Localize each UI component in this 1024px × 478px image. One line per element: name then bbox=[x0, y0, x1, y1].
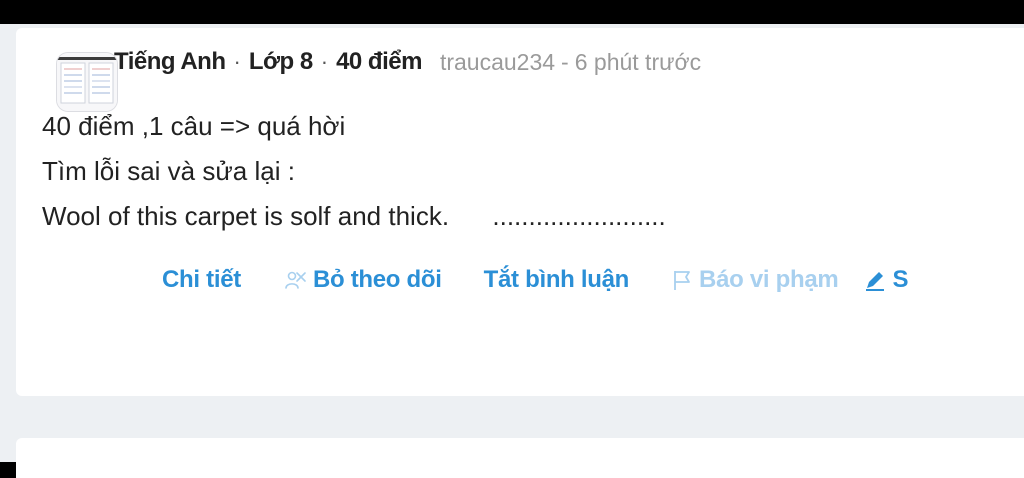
edit-button[interactable]: S bbox=[864, 266, 908, 294]
author-time-separator: - bbox=[561, 48, 569, 75]
edit-button-label: S bbox=[892, 266, 909, 293]
question-line: 40 điểm ,1 câu => quá hời bbox=[42, 111, 346, 141]
grade-label[interactable]: Lớp 8 bbox=[249, 48, 313, 76]
unfollow-icon bbox=[283, 269, 307, 291]
unfollow-button[interactable]: Bỏ theo dõi bbox=[283, 266, 442, 294]
meta-separator: · bbox=[320, 49, 329, 74]
points-label: 40 điểm bbox=[336, 48, 422, 75]
author-name[interactable]: traucau234 bbox=[440, 49, 555, 76]
post-time: 6 phút trước bbox=[574, 48, 702, 75]
report-button-label: Báo vi phạm bbox=[699, 266, 839, 293]
meta-separator: · bbox=[233, 49, 241, 74]
flag-icon bbox=[671, 268, 693, 292]
subject-thumbnail-icon bbox=[57, 53, 117, 111]
pencil-icon bbox=[864, 269, 886, 291]
subject-label[interactable]: Tiếng Anh bbox=[114, 48, 226, 76]
question-content: 40 điểm ,1 câu => quá hời Tìm lỗi sai và… bbox=[42, 104, 942, 239]
subject-avatar[interactable] bbox=[56, 52, 118, 112]
next-question-card bbox=[16, 438, 1024, 478]
question-line: Wool of this carpet is solf and thick. .… bbox=[42, 201, 666, 231]
report-button[interactable]: Báo vi phạm bbox=[671, 266, 839, 294]
unfollow-button-label: Bỏ theo dõi bbox=[312, 266, 442, 293]
question-meta: Tiếng Anh · Lớp 8 · 40 điểm traucau234 -… bbox=[114, 46, 701, 78]
detail-button-label: Chi tiết bbox=[162, 266, 241, 293]
detail-button[interactable]: Chi tiết bbox=[162, 266, 241, 294]
question-actions: Chi tiết Bỏ theo dõi Tắt bình luận Báo v… bbox=[162, 262, 908, 298]
disable-comments-button[interactable]: Tắt bình luận bbox=[483, 266, 630, 294]
disable-comments-label: Tắt bình luận bbox=[483, 266, 630, 293]
question-line: Tìm lỗi sai và sửa lại : bbox=[42, 156, 295, 186]
